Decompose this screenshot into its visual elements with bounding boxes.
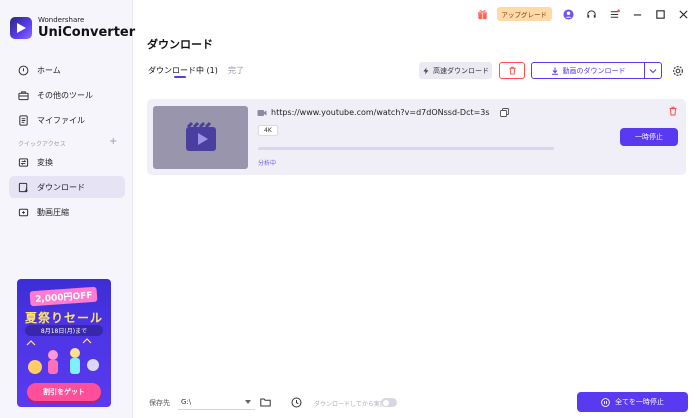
clock-icon[interactable] — [291, 397, 302, 408]
trash-icon — [508, 66, 516, 75]
save-path-select[interactable]: G:\ — [178, 395, 255, 410]
sidebar-item-convert[interactable]: 変換 — [9, 151, 125, 173]
convert-icon — [17, 156, 29, 168]
video-placeholder-icon — [185, 121, 216, 151]
sidebar-item-download[interactable]: ダウンロード — [9, 176, 125, 198]
sidebar-item-label: 変換 — [37, 157, 53, 167]
gear-icon — [672, 65, 683, 76]
download-arrow-icon — [551, 67, 558, 75]
page-title: ダウンロード — [147, 38, 213, 51]
tab-completed[interactable]: 完了 — [228, 65, 244, 76]
video-download-dropdown[interactable] — [644, 63, 661, 78]
quality-badge: 4K — [258, 125, 278, 136]
avatar[interactable] — [561, 7, 575, 21]
sidebar-item-home[interactable]: ホーム — [9, 59, 125, 81]
quick-access-nav: 変換 ダウンロード 動画圧縮 — [9, 151, 125, 226]
brand: Wondershare UniConverter — [10, 16, 135, 40]
delete-all-button[interactable] — [499, 62, 525, 79]
fast-download-button[interactable]: 高速ダウンロード — [419, 62, 492, 79]
video-download-button[interactable]: 動画のダウンロード — [531, 62, 662, 79]
home-icon — [17, 64, 29, 76]
folder-icon[interactable] — [260, 397, 271, 407]
maximize-icon[interactable] — [653, 7, 667, 21]
trash-icon — [669, 106, 676, 115]
sidebar-item-label: ダウンロード — [37, 182, 85, 192]
fast-download-label: 高速ダウンロード — [433, 66, 489, 75]
brand-product: UniConverter — [38, 25, 136, 40]
task-delete-button[interactable] — [667, 105, 678, 116]
pause-button[interactable]: 一時停止 — [620, 128, 678, 146]
title-bar: アップグレード — [133, 0, 700, 28]
minimize-icon[interactable] — [630, 7, 644, 21]
bottom-bar: 保存先 G:\ ダウンロードしてから実施 全てを一時停止 — [133, 390, 700, 418]
video-download-label: 動画のダウンロード — [562, 66, 626, 75]
sidebar-item-label: 動画圧縮 — [37, 207, 69, 217]
settings-button[interactable] — [671, 64, 684, 77]
upgrade-button[interactable]: アップグレード — [496, 7, 552, 21]
file-icon — [17, 114, 29, 126]
tab-active-indicator — [174, 76, 186, 78]
sidebar-item-compress[interactable]: 動画圧縮 — [9, 201, 125, 223]
toggle-knob — [383, 399, 389, 406]
compress-icon — [17, 206, 29, 218]
after-download-toggle[interactable] — [381, 398, 397, 407]
chevron-down-icon — [649, 68, 657, 73]
sidebar-item-other-tools[interactable]: その他のツール — [9, 84, 125, 106]
quick-access-label: クイックアクセス — [18, 141, 66, 148]
toolbox-icon — [17, 89, 29, 101]
sidebar-item-label: その他のツール — [37, 90, 93, 100]
lightning-icon — [423, 67, 429, 74]
task-status: 分析中 — [258, 160, 277, 167]
sidebar: Wondershare UniConverter ホーム その他のツール マイフ… — [0, 0, 135, 418]
chevron-down-icon — [245, 400, 251, 404]
menu-icon[interactable] — [607, 7, 621, 21]
promo-get-discount-button[interactable]: 割引をゲット — [27, 383, 101, 401]
promo-discount: 2,000円OFF — [29, 286, 99, 307]
sidebar-item-label: マイファイル — [37, 115, 85, 125]
headset-icon[interactable] — [584, 7, 598, 21]
pause-all-label: 全てを一時停止 — [615, 398, 664, 406]
pause-circle-icon — [601, 397, 610, 407]
save-path-value: G:\ — [181, 398, 192, 406]
sidebar-item-label: ホーム — [37, 65, 61, 75]
brand-company: Wondershare — [38, 16, 85, 24]
copy-icon[interactable] — [499, 108, 509, 117]
promo-illustration — [26, 338, 99, 374]
app-logo-icon — [10, 17, 32, 39]
promo-title: 夏祭りセール — [24, 311, 103, 325]
sidebar-nav: ホーム その他のツール マイファイル — [9, 59, 125, 134]
download-icon — [17, 181, 29, 193]
quick-access-add-button[interactable]: + — [109, 136, 117, 147]
sidebar-item-my-files[interactable]: マイファイル — [9, 109, 125, 131]
video-thumbnail — [153, 106, 248, 169]
video-camera-icon — [257, 109, 267, 116]
close-icon[interactable] — [676, 7, 690, 21]
task-url: https://www.youtube.com/watch?v=d7dONssd… — [271, 108, 490, 117]
promo-banner[interactable]: 2,000円OFF 夏祭りセール 8月18日(月)まで 割引をゲット — [17, 279, 111, 407]
promo-date: 8月18日(月)まで — [25, 325, 103, 336]
save-location-label: 保存先 — [149, 399, 170, 407]
gift-icon[interactable] — [476, 7, 490, 21]
after-download-label: ダウンロードしてから実施 — [314, 401, 386, 408]
tab-count: (1) — [206, 66, 218, 75]
download-task-card: https://www.youtube.com/watch?v=d7dONssd… — [147, 99, 686, 175]
download-progress-bar — [258, 147, 554, 150]
tab-downloading[interactable]: ダウンロード中 (1) — [148, 65, 218, 78]
pause-all-button[interactable]: 全てを一時停止 — [577, 392, 688, 412]
tab-label: ダウンロード中 — [148, 66, 204, 75]
